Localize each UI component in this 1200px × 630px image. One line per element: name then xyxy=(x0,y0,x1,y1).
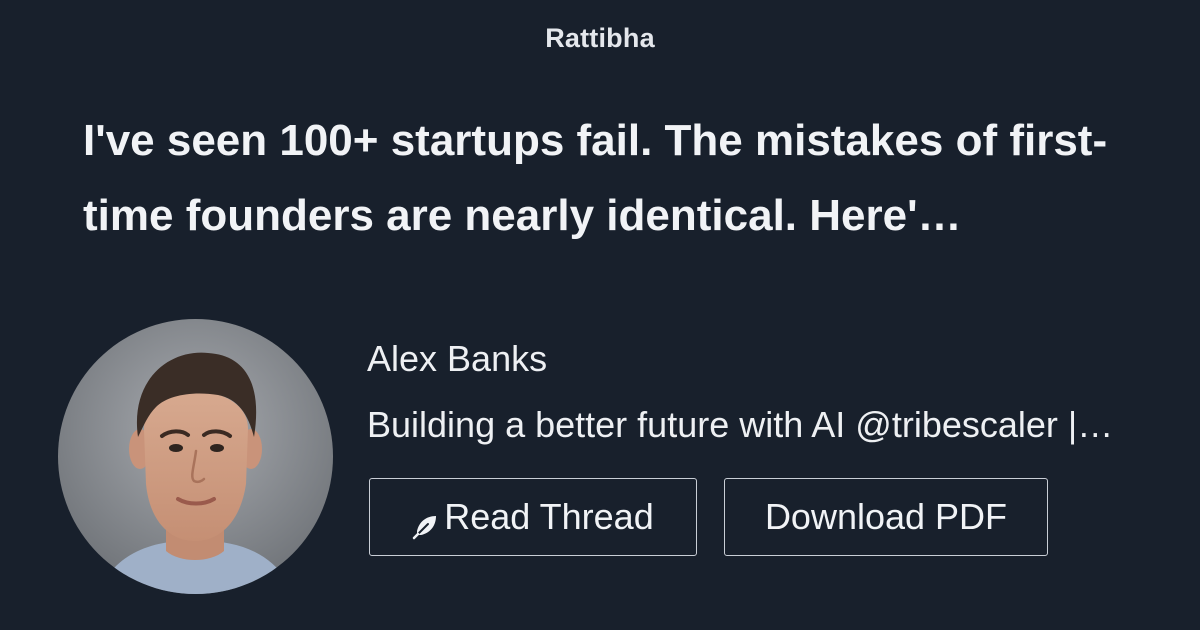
author-name: Alex Banks xyxy=(367,338,548,379)
feather-icon xyxy=(412,507,438,540)
thread-title: I've seen 100+ startups fail. The mistak… xyxy=(83,116,1108,240)
author-avatar xyxy=(58,319,333,594)
read-thread-button[interactable]: Read Thread xyxy=(369,478,697,556)
download-pdf-label: Download PDF xyxy=(764,496,1008,537)
read-thread-label: Read Thread xyxy=(444,496,654,537)
brand-name: Rattibha xyxy=(545,23,655,53)
download-pdf-button[interactable]: Download PDF xyxy=(724,478,1048,556)
author-bio: Building a better future with AI @tribes… xyxy=(367,404,1114,445)
